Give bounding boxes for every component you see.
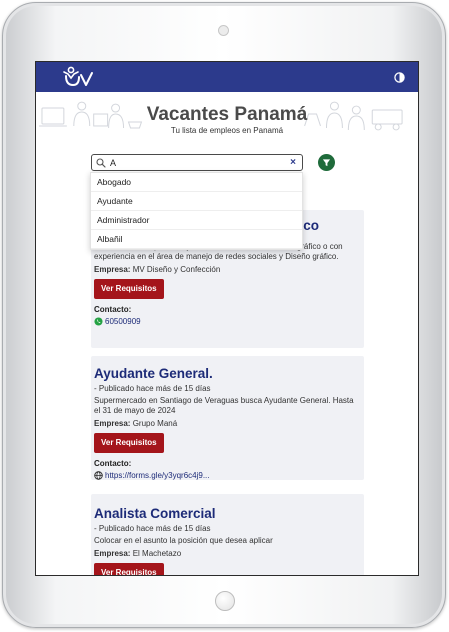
- job-card[interactable]: Ayudante General. - Publicado hace más d…: [91, 356, 364, 480]
- whatsapp-icon: [94, 317, 103, 326]
- company-name: Grupo Maná: [132, 419, 178, 428]
- app-screen: Vacantes Panamá Tu lista de empleos en P…: [35, 61, 419, 576]
- contact-value[interactable]: https://forms.gle/y3yqr6c4j9...: [105, 471, 210, 480]
- contact-label: Contacto:: [94, 459, 132, 468]
- requirements-button[interactable]: Ver Requisitos: [94, 433, 164, 453]
- job-posted-date: - Publicado hace más de 15 días: [94, 524, 211, 533]
- page-subtitle: Tu lista de empleos en Panamá: [170, 126, 284, 135]
- camera: [218, 25, 229, 36]
- logo-icon: [63, 66, 93, 87]
- contact-link[interactable]: https://forms.gle/y3yqr6c4j9...: [94, 471, 361, 480]
- job-card[interactable]: Analista Comercial - Publicado hace más …: [91, 494, 364, 575]
- job-company: Empresa: Grupo Maná: [94, 419, 361, 428]
- home-button[interactable]: [215, 591, 235, 611]
- job-title[interactable]: Ayudante General.: [94, 356, 361, 381]
- autocomplete-list: Abogado Ayudante Administrador Albañil: [90, 172, 303, 250]
- search-box[interactable]: ×: [91, 154, 303, 171]
- contact-link[interactable]: 60500909: [94, 317, 361, 326]
- clear-search-button[interactable]: ×: [288, 157, 298, 168]
- filter-icon: [322, 159, 331, 167]
- suggestion-item[interactable]: Abogado: [91, 173, 302, 192]
- job-posted-date: - Publicado hace más de 15 días: [94, 384, 211, 393]
- page-title: Vacantes Panamá: [146, 104, 308, 125]
- company-label: Empresa:: [94, 549, 131, 558]
- company-name: El Machetazo: [132, 549, 182, 558]
- top-bar: [36, 62, 418, 92]
- contrast-toggle-button[interactable]: [392, 70, 406, 84]
- job-company: Empresa: El Machetazo: [94, 549, 361, 558]
- hero-banner: Vacantes Panamá Tu lista de empleos en P…: [36, 92, 418, 144]
- filter-button[interactable]: [318, 154, 335, 171]
- contrast-icon: [393, 71, 405, 83]
- requirements-button[interactable]: Ver Requisitos: [94, 279, 164, 299]
- search-input[interactable]: [110, 156, 288, 169]
- suggestion-item[interactable]: Albañil: [91, 230, 302, 249]
- suggestion-item[interactable]: Administrador: [91, 211, 302, 230]
- company-name: MV Diseño y Confección: [132, 265, 221, 274]
- suggestion-item[interactable]: Ayudante: [91, 192, 302, 211]
- requirements-button[interactable]: Ver Requisitos: [94, 563, 164, 575]
- search-icon: [96, 157, 106, 168]
- contact-value[interactable]: 60500909: [105, 317, 141, 326]
- contact-label: Contacto:: [94, 305, 132, 314]
- app-logo[interactable]: [62, 65, 98, 89]
- company-label: Empresa:: [94, 419, 131, 428]
- job-description: Colocar en el asunto la posición que des…: [94, 536, 273, 545]
- tablet-frame: Vacantes Panamá Tu lista de empleos en P…: [2, 2, 446, 628]
- globe-icon: [94, 471, 103, 480]
- job-company: Empresa: MV Diseño y Confección: [94, 265, 361, 274]
- company-label: Empresa:: [94, 265, 131, 274]
- job-title[interactable]: Analista Comercial: [94, 494, 361, 521]
- job-description: Supermercado en Santiago de Veraguas bus…: [94, 396, 354, 415]
